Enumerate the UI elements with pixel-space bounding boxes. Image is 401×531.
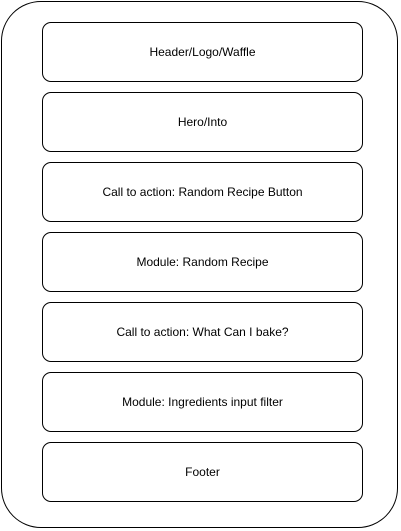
ingredients-filter-module-label: Module: Ingredients input filter <box>122 395 283 409</box>
ingredients-filter-module-block: Module: Ingredients input filter <box>42 372 363 432</box>
hero-intro-label: Hero/Into <box>177 115 228 129</box>
random-recipe-module-block: Module: Random Recipe <box>42 232 363 292</box>
footer-label: Footer <box>185 465 220 479</box>
what-can-i-bake-cta-label: Call to action: What Can I bake? <box>116 325 289 339</box>
random-recipe-cta-label: Call to action: Random Recipe Button <box>102 185 303 199</box>
what-can-i-bake-cta-block: Call to action: What Can I bake? <box>42 302 363 362</box>
device-frame: Header/Logo/Waffle Hero/Into Call to act… <box>1 1 398 528</box>
hero-intro-block: Hero/Into <box>42 92 363 152</box>
footer-block: Footer <box>42 442 363 502</box>
header-logo-waffle-block: Header/Logo/Waffle <box>42 22 363 82</box>
header-logo-waffle-label: Header/Logo/Waffle <box>149 45 256 59</box>
random-recipe-module-label: Module: Random Recipe <box>136 255 269 269</box>
random-recipe-cta-block: Call to action: Random Recipe Button <box>42 162 363 222</box>
